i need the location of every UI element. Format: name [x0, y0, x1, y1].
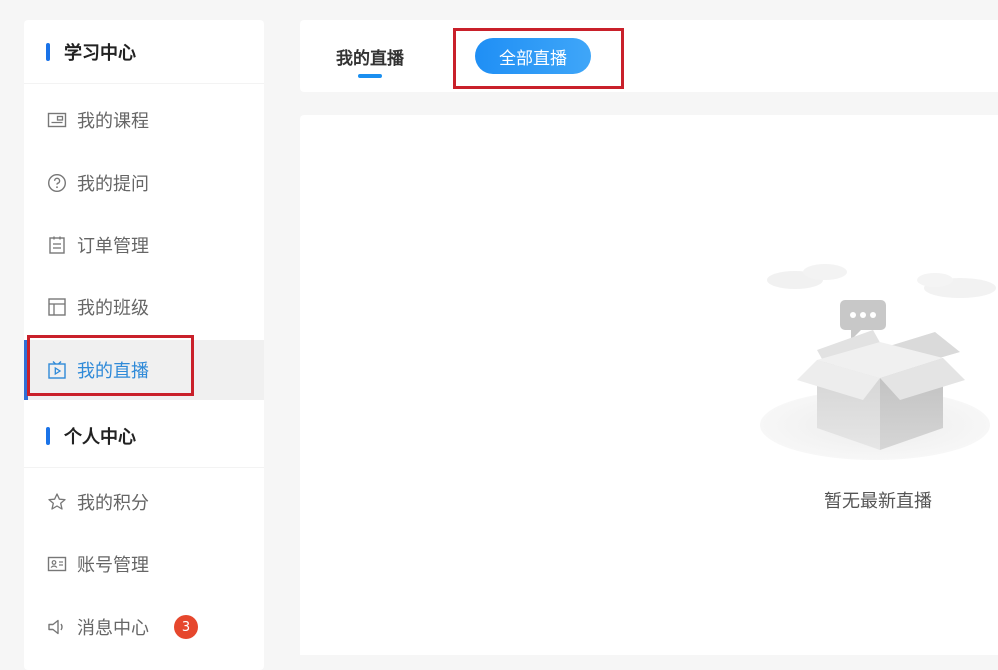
section-personal-center: 个人中心: [24, 404, 264, 468]
live-list-panel: 暂无最新直播: [300, 115, 998, 655]
sidebar-item-label: 账号管理: [77, 555, 149, 576]
sidebar-item-message-center[interactable]: 消息中心 3: [24, 597, 264, 657]
course-icon: [47, 110, 67, 130]
sidebar-item-label: 我的班级: [77, 298, 149, 319]
sidebar-item-my-class[interactable]: 我的班级: [24, 277, 264, 337]
sidebar-item-label: 我的积分: [77, 493, 149, 514]
empty-box-icon: [755, 250, 998, 480]
sidebar-item-label: 订单管理: [77, 236, 149, 257]
section-study-center: 学习中心: [24, 20, 264, 84]
question-icon: [47, 173, 67, 193]
section-marker: [46, 42, 50, 61]
empty-state-text: 暂无最新直播: [824, 491, 932, 512]
section-title-study: 学习中心: [64, 42, 136, 64]
sidebar-item-my-live[interactable]: 我的直播: [24, 340, 264, 400]
sidebar-item-my-points[interactable]: 我的积分: [24, 472, 264, 532]
section-title-personal: 个人中心: [64, 426, 136, 448]
sidebar-item-label: 我的提问: [77, 174, 149, 195]
live-tabs-bar: 我的直播 全部直播: [300, 20, 998, 92]
tab-my-live[interactable]: 我的直播: [336, 44, 404, 69]
live-icon: [47, 360, 67, 380]
tab-all-live-button[interactable]: 全部直播: [475, 38, 591, 74]
section-marker: [46, 426, 50, 445]
sidebar: 学习中心 我的课程 我的提问 订单管理 我的班级 我的直播 个人中心 我的积分 …: [24, 20, 264, 670]
sidebar-item-order-management[interactable]: 订单管理: [24, 215, 264, 275]
sidebar-item-label: 我的课程: [77, 111, 149, 132]
class-icon: [47, 297, 67, 317]
sidebar-item-my-courses[interactable]: 我的课程: [24, 90, 264, 150]
sidebar-item-my-questions[interactable]: 我的提问: [24, 153, 264, 213]
account-icon: [47, 554, 67, 574]
sidebar-item-account-management[interactable]: 账号管理: [24, 534, 264, 594]
speaker-icon: [47, 617, 67, 637]
order-icon: [47, 235, 67, 255]
unread-count-badge: 3: [174, 615, 198, 639]
sidebar-item-label: 消息中心: [77, 618, 149, 639]
active-tab-indicator: [358, 74, 382, 78]
points-icon: [47, 492, 67, 512]
sidebar-item-label: 我的直播: [77, 361, 149, 382]
